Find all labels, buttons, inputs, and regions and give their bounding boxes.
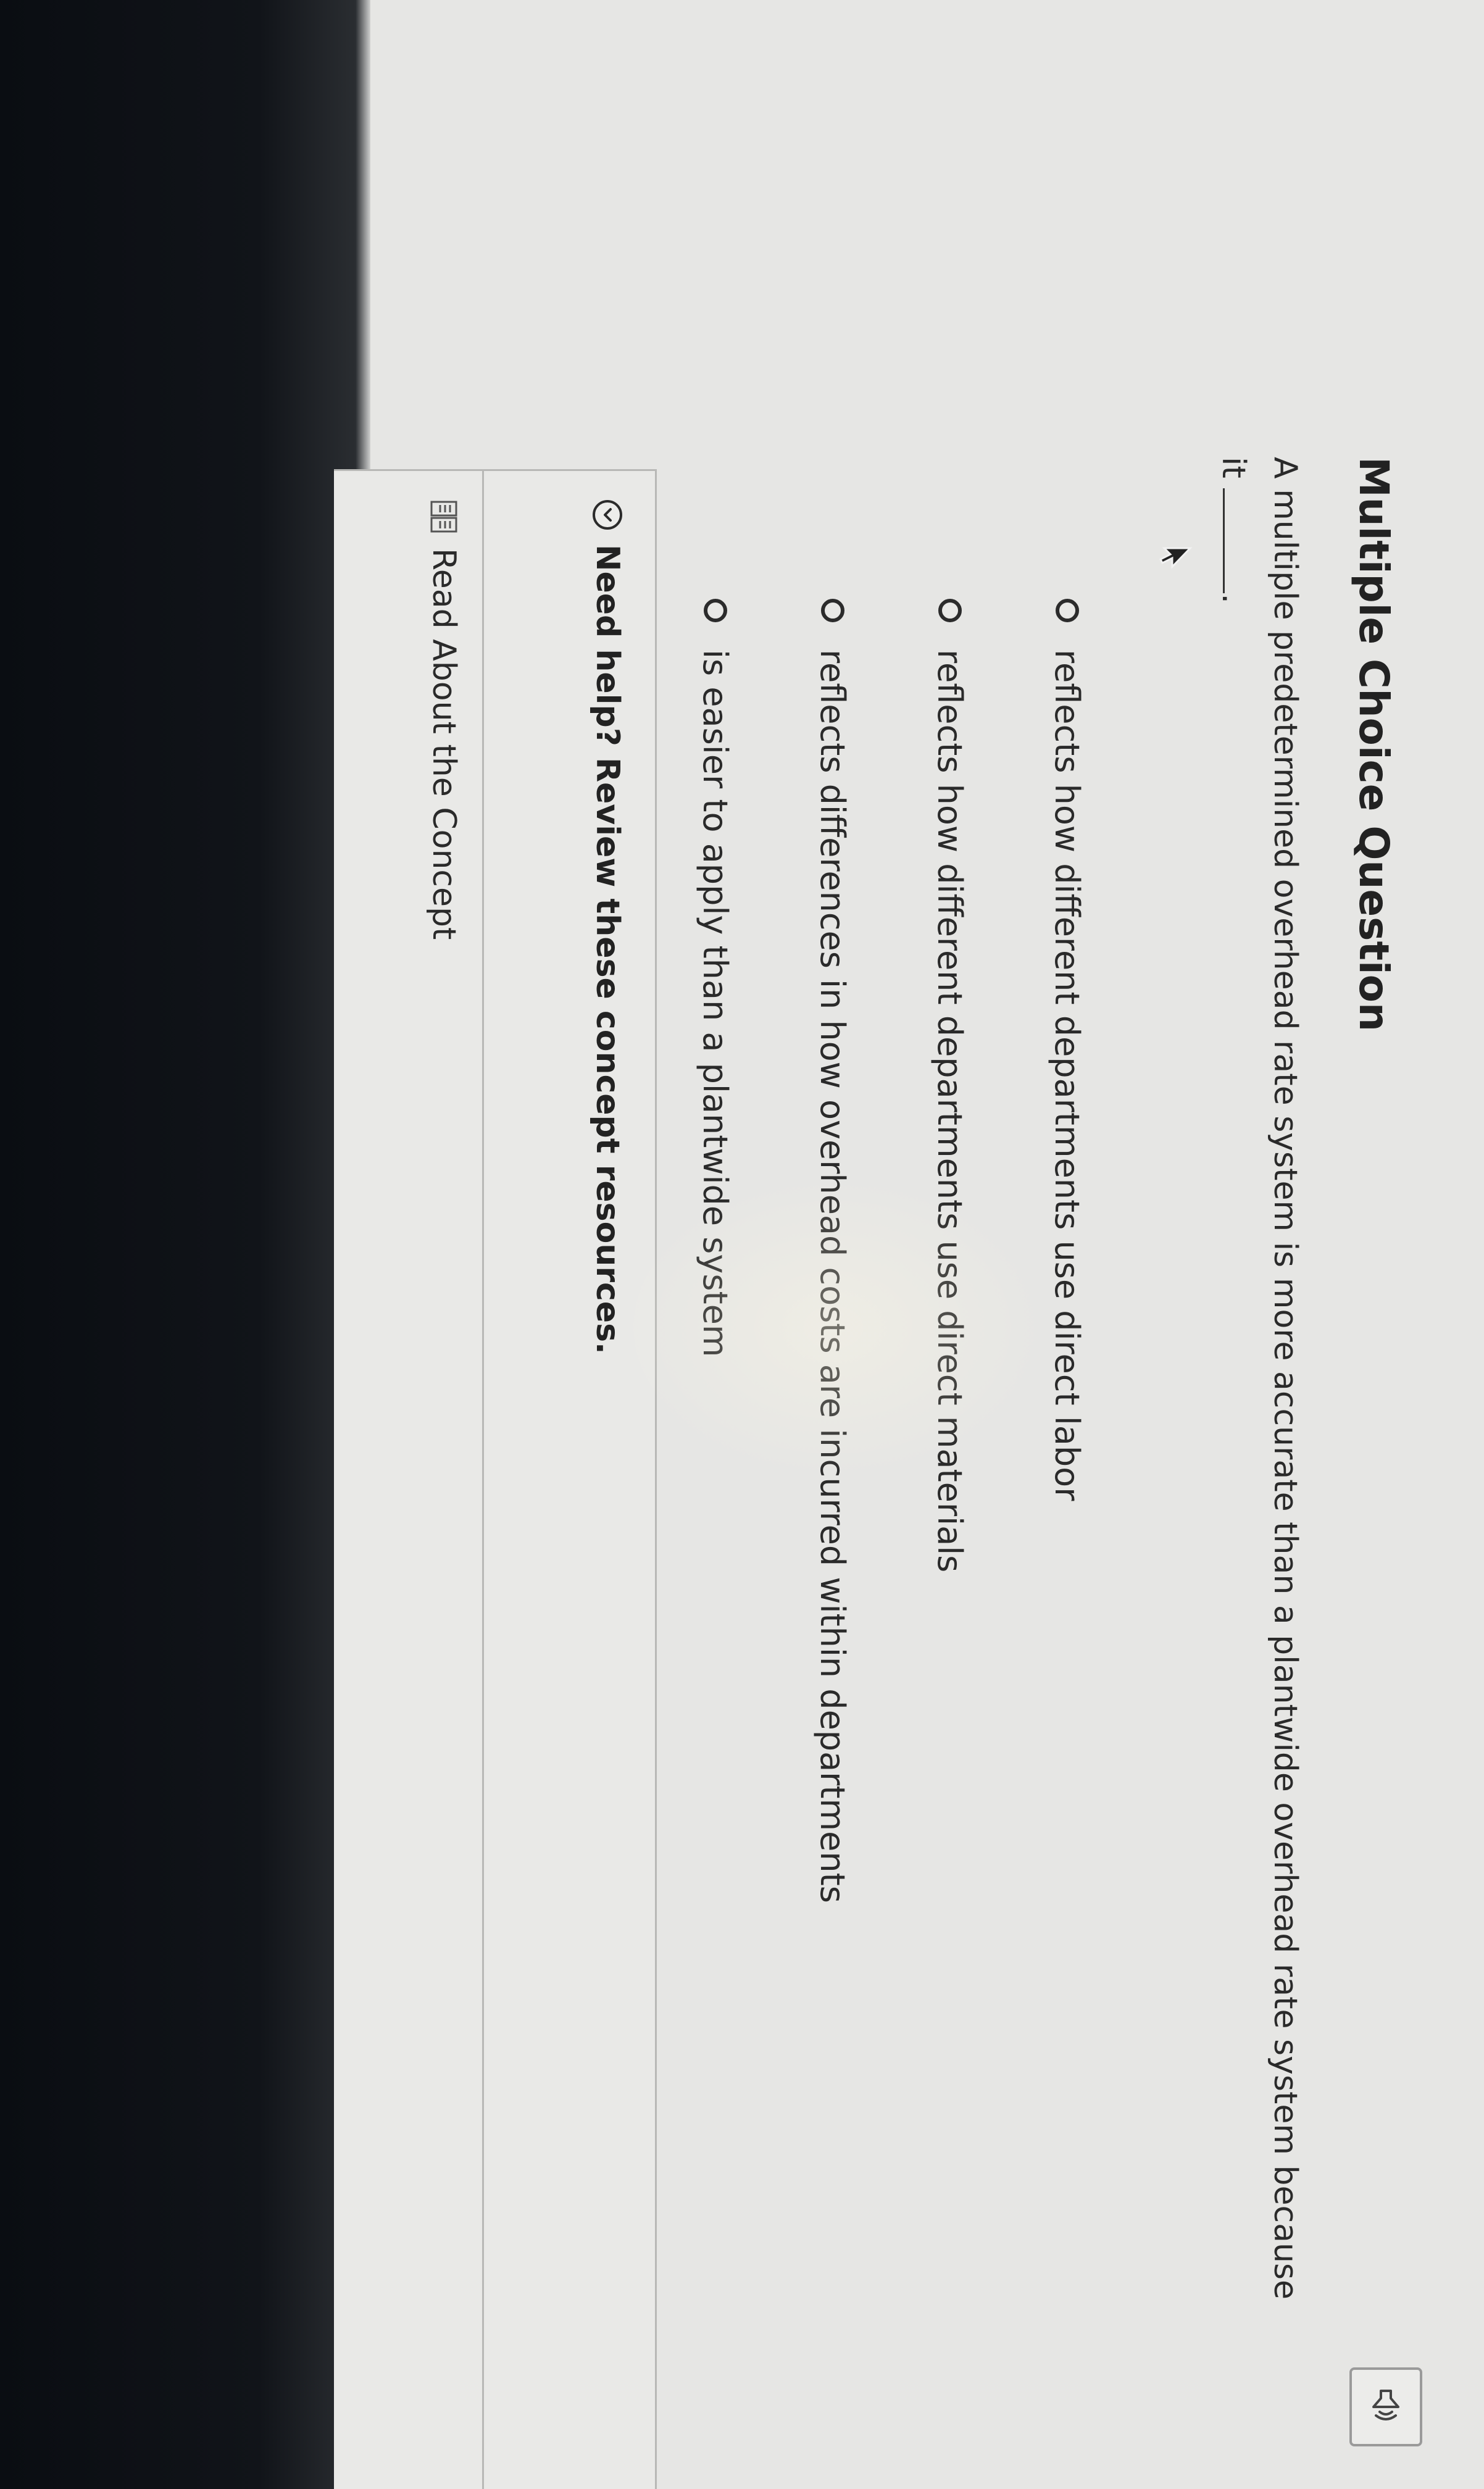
option-label: is easier to apply than a plantwide syst… — [696, 649, 735, 1357]
screen-photo: Multiple Choice Question A multiple pred… — [0, 0, 1484, 2489]
answer-option-2[interactable]: reflects how different departments use d… — [891, 599, 1009, 1903]
radio-button[interactable] — [938, 599, 962, 622]
option-label: reflects how different departments use d… — [930, 649, 970, 1573]
mouse-cursor-icon — [1159, 547, 1193, 569]
question-text: A multiple predetermined overhead rate s… — [1215, 457, 1304, 2299]
answer-blank — [1223, 488, 1252, 594]
option-label: reflects differences in how overhead cos… — [813, 649, 852, 1903]
question-type-title: Multiple Choice Question — [1350, 457, 1398, 1032]
answer-option-3[interactable]: reflects differences in how overhead cos… — [774, 599, 891, 1903]
answer-option-1[interactable]: reflects how different departments use d… — [1009, 599, 1126, 1903]
speaker-icon — [1372, 2390, 1399, 2420]
help-toggle-button[interactable]: Need help? Review these concept resource… — [589, 500, 626, 1354]
answer-option-4[interactable]: is easier to apply than a plantwide syst… — [657, 599, 774, 1903]
question-prompt: A multiple predetermined overhead rate s… — [1207, 457, 1311, 2309]
radio-button[interactable] — [821, 599, 844, 622]
resource-read-about-concept[interactable]: Read About the Concept — [425, 500, 462, 940]
help-toggle-text: Need help? Review these concept resource… — [589, 544, 626, 1354]
answer-options: reflects how different departments use d… — [657, 599, 1126, 1903]
question-text-end: . — [1215, 593, 1252, 604]
read-aloud-button[interactable] — [1349, 2367, 1422, 2446]
resource-link-text: Read About the Concept — [425, 548, 462, 940]
option-label: reflects how different departments use d… — [1048, 649, 1087, 1501]
radio-button[interactable] — [1056, 599, 1079, 622]
book-icon — [430, 501, 457, 533]
question-page: Multiple Choice Question A multiple pred… — [334, 0, 1484, 2489]
help-divider — [482, 469, 484, 2489]
chevron-down-icon — [593, 500, 622, 530]
monitor-bezel — [0, 0, 370, 2489]
radio-button[interactable] — [704, 599, 727, 622]
